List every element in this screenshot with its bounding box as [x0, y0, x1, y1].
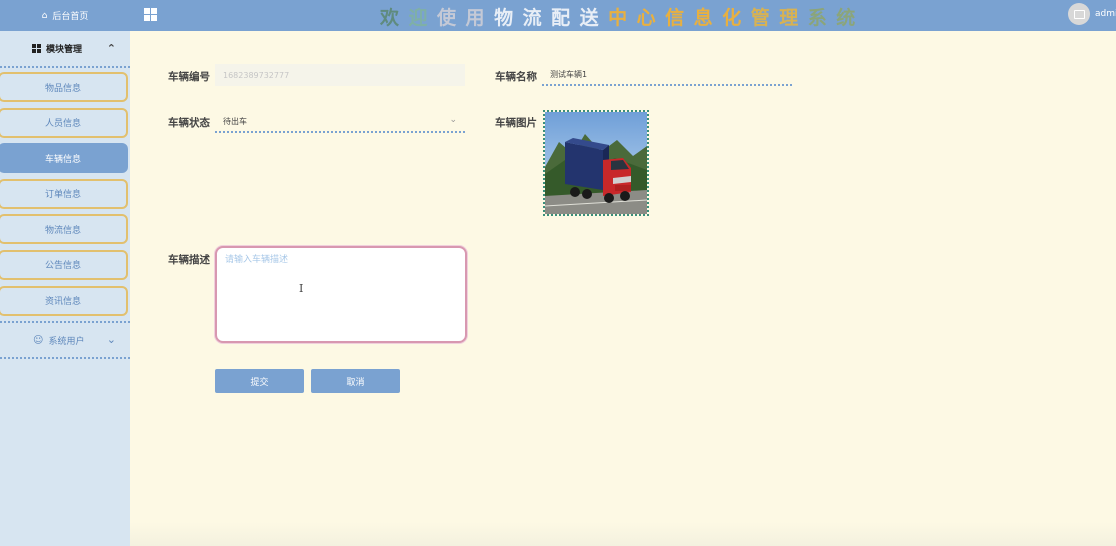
sidebar-item-vehicles[interactable]: 车辆信息	[0, 143, 128, 174]
title-char: 用	[465, 7, 495, 29]
submit-button[interactable]: 提交	[215, 369, 304, 393]
vehicle-name-label: 车辆名称	[495, 71, 537, 83]
cancel-button[interactable]: 取消	[311, 369, 400, 393]
home-icon: ⌂	[41, 10, 48, 21]
title-char: 送	[579, 7, 609, 29]
sidebar-item-logistics[interactable]: 物流信息	[0, 214, 128, 245]
menu-grid-icon[interactable]	[144, 8, 157, 21]
sidebar-users-label: 系统用户	[48, 336, 85, 347]
title-char: 管	[750, 7, 780, 29]
title-char: 化	[722, 7, 751, 29]
sidebar-section-modules[interactable]: 模块管理 ⌃	[0, 31, 130, 68]
sidebar-item-notices[interactable]: 公告信息	[0, 249, 128, 280]
sidebar-home[interactable]: ⌂ 后台首页	[0, 0, 130, 31]
title-char: 物	[494, 7, 523, 29]
image-icon	[1073, 9, 1085, 19]
avatar[interactable]	[1068, 3, 1090, 25]
sidebar-item-orders[interactable]: 订单信息	[0, 178, 128, 209]
title-char: 欢	[380, 7, 409, 29]
title-char: 中	[608, 7, 637, 29]
sidebar-item-goods[interactable]: 物品信息	[0, 72, 128, 102]
sidebar-item-news[interactable]: 资讯信息	[0, 285, 128, 316]
title-char: 心	[636, 7, 666, 29]
desc-textarea[interactable]	[215, 246, 467, 343]
chevron-down-icon: ⌄	[449, 115, 457, 125]
chevron-up-icon: ⌃	[106, 42, 116, 55]
title-char: 息	[693, 7, 723, 29]
title-char: 流	[522, 7, 552, 29]
sidebar-item-label: 公告信息	[44, 261, 81, 272]
title-char: 统	[836, 7, 865, 29]
title-char: 配	[551, 7, 580, 29]
image-label: 车辆图片	[495, 117, 537, 129]
vehicle-image-upload[interactable]	[543, 110, 649, 216]
vehicle-image	[545, 112, 647, 214]
user-icon: ☺	[33, 334, 44, 346]
sidebar-section-label: 模块管理	[46, 45, 83, 55]
sidebar-item-label: 资讯信息	[44, 297, 81, 308]
sidebar-item-label: 物流信息	[44, 225, 81, 236]
title-char: 信	[665, 7, 694, 29]
sidebar: ⌂ 后台首页 模块管理 ⌃ 物品信息 人员信息 车辆信息 订单信息 物流信息 公…	[0, 0, 130, 546]
vehicle-name-value: 测试车辆1	[550, 69, 588, 79]
sidebar-item-label: 订单信息	[44, 190, 81, 201]
chevron-down-icon: ⌄	[106, 333, 116, 347]
vehicle-no-label: 车辆编号	[168, 71, 210, 83]
status-label: 车辆状态	[168, 117, 210, 129]
sidebar-item-label: 物品信息	[44, 83, 81, 94]
grid-icon	[32, 44, 41, 53]
title-char: 系	[807, 7, 837, 29]
sidebar-home-label: 后台首页	[52, 12, 89, 22]
page-title: 欢迎使用物流配送中心信息化管理系统	[380, 3, 865, 30]
page-bottom	[130, 522, 1116, 546]
title-char: 使	[437, 7, 466, 29]
sidebar-item-staff[interactable]: 人员信息	[0, 107, 128, 138]
sidebar-item-label: 人员信息	[44, 119, 81, 130]
desc-label: 车辆描述	[168, 254, 210, 266]
status-select[interactable]: 待出车 ⌄	[215, 111, 465, 133]
sidebar-section-users[interactable]: ☺ 系统用户 ⌄	[0, 323, 130, 360]
title-char: 迎	[408, 7, 438, 29]
text-cursor-icon: I	[299, 282, 304, 295]
status-value: 待出车	[223, 116, 247, 126]
user-name[interactable]: admin	[1095, 9, 1116, 19]
vehicle-no-value: 1682389732777	[223, 70, 290, 80]
title-char: 理	[779, 7, 808, 29]
sidebar-items: 物品信息 人员信息 车辆信息 订单信息 物流信息 公告信息 资讯信息	[0, 68, 130, 316]
vehicle-no-field: 1682389732777	[215, 64, 465, 86]
sidebar-item-label: 车辆信息	[44, 154, 81, 165]
vehicle-name-input[interactable]: 测试车辆1	[542, 64, 792, 86]
header: 欢迎使用物流配送中心信息化管理系统 admin	[130, 0, 1116, 31]
